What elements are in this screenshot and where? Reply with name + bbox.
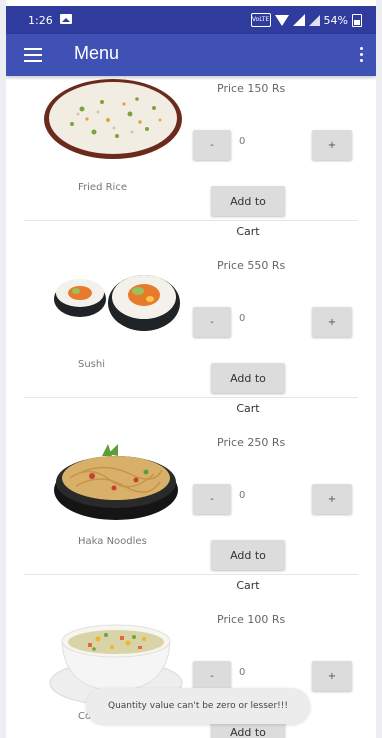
increase-quantity-button[interactable]: + (312, 484, 352, 514)
wifi-icon (274, 14, 289, 26)
add-to-cart-button[interactable]: Add to Cart (211, 186, 285, 238)
item-quantity: 0 (239, 667, 246, 678)
decrease-quantity-button[interactable]: - (193, 484, 231, 514)
item-price: Price 150 Rs (217, 82, 286, 95)
status-icons: VoLTE 54% (250, 13, 362, 27)
bezel-right (376, 0, 382, 738)
volte-icon: VoLTE (250, 13, 271, 27)
item-price: Price 550 Rs (217, 259, 286, 272)
menu-list[interactable]: Price 150 Rs - 0 + Fried Rice Add to Car… (24, 76, 358, 738)
item-name: Sushi (78, 359, 106, 370)
overflow-menu-icon[interactable] (360, 47, 364, 63)
list-item: Price 150 Rs - 0 + Fried Rice Add to Car… (24, 76, 358, 238)
item-quantity: 0 (239, 136, 246, 147)
status-time: 1:26 (28, 14, 53, 27)
increase-quantity-button[interactable]: + (312, 661, 352, 691)
decrease-quantity-button[interactable]: - (193, 130, 231, 160)
menu-hamburger-icon[interactable] (24, 48, 42, 62)
battery-percent: 54% (323, 13, 348, 27)
item-name: Haka Noodles (78, 536, 147, 547)
battery-icon (352, 13, 362, 27)
bezel-left (0, 0, 6, 738)
page-title: Menu (74, 43, 120, 63)
sushi-image (54, 275, 180, 331)
item-price: Price 250 Rs (217, 436, 286, 449)
signal-secondary-icon (308, 14, 320, 26)
list-item: Price 550 Rs - 0 + Sushi Add to Cart (24, 221, 358, 415)
item-quantity: 0 (239, 490, 246, 501)
haka-noodles-image (54, 444, 178, 520)
decrease-quantity-button[interactable]: - (193, 661, 231, 691)
toast-message: Quantity value can't be zero or lesser!!… (86, 688, 310, 724)
app-screen: 1:26 VoLTE 54% Menu Price 150 Rs - 0 + F… (0, 0, 382, 738)
fried-rice-image (44, 79, 182, 159)
increase-quantity-button[interactable]: + (312, 130, 352, 160)
item-quantity: 0 (239, 313, 246, 324)
list-item: Price 250 Rs - 0 + Haka Noodles Add to C… (24, 398, 358, 592)
increase-quantity-button[interactable]: + (312, 307, 352, 337)
app-bar: Menu (6, 34, 376, 76)
item-name: Fried Rice (78, 182, 127, 193)
image-notification-icon (60, 14, 72, 24)
add-to-cart-button[interactable]: Add to Cart (211, 540, 285, 592)
signal-icon (292, 14, 305, 26)
decrease-quantity-button[interactable]: - (193, 307, 231, 337)
add-to-cart-button[interactable]: Add to Cart (211, 363, 285, 415)
item-price: Price 100 Rs (217, 613, 286, 626)
status-bar: 1:26 VoLTE 54% (6, 6, 376, 34)
